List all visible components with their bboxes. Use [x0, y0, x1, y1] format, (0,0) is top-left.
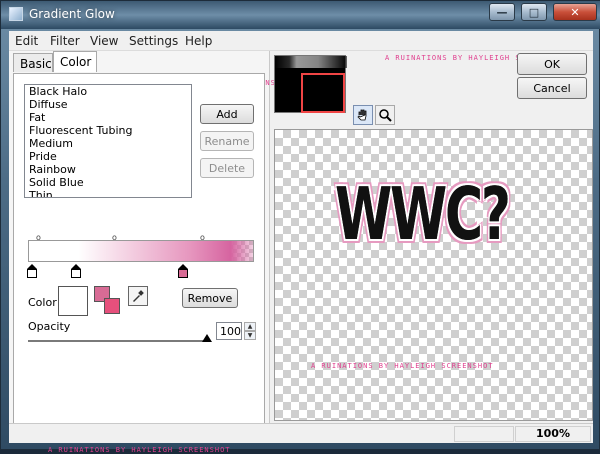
menu-bar: Edit Filter View Settings Help — [9, 31, 593, 51]
menu-help[interactable]: Help — [185, 34, 212, 48]
menu-filter[interactable]: Filter — [50, 34, 80, 48]
list-item[interactable]: Pride — [25, 150, 191, 163]
list-item[interactable]: Rainbow — [25, 163, 191, 176]
add-button[interactable]: Add — [200, 104, 254, 124]
hand-tool-button[interactable] — [353, 105, 373, 125]
preset-list[interactable]: Black Halo Diffuse Fat Fluorescent Tubin… — [24, 84, 192, 198]
watermark-text: a ruinations by hayleigh screenshot — [311, 362, 494, 370]
primary-color-swatch[interactable] — [58, 286, 88, 316]
navigator-thumbnail[interactable] — [274, 55, 347, 113]
spin-down-icon[interactable]: ▼ — [244, 331, 256, 340]
menu-view[interactable]: View — [90, 34, 118, 48]
tab-basic[interactable]: Basic — [13, 53, 53, 72]
dialog-client: Edit Filter View Settings Help Basic Col… — [9, 31, 593, 454]
menu-settings[interactable]: Settings — [129, 34, 178, 48]
color-tab-body: Black Halo Diffuse Fat Fluorescent Tubin… — [13, 73, 265, 454]
minimize-button[interactable]: — — [489, 3, 515, 21]
list-item[interactable]: Medium — [25, 137, 191, 150]
opacity-label: Opacity — [28, 320, 71, 333]
list-item[interactable]: Fat — [25, 111, 191, 124]
color-stop-pink[interactable] — [178, 264, 188, 278]
remove-button[interactable]: Remove — [182, 288, 238, 308]
preview-canvas[interactable]: WWC? — [274, 129, 593, 421]
tab-color[interactable]: Color — [53, 51, 97, 72]
zoom-tool-button[interactable] — [375, 105, 395, 125]
menu-edit[interactable]: Edit — [15, 34, 38, 48]
thumbnail-strip — [275, 56, 347, 68]
opacity-input[interactable]: 100 — [216, 322, 242, 340]
list-item[interactable]: Solid Blue — [25, 176, 191, 189]
gradient-preview-bar[interactable] — [28, 240, 254, 262]
zoom-level: 100% — [515, 426, 591, 442]
navigator-viewport-rect[interactable] — [301, 73, 345, 113]
watermark-text: a ruinations by hayleigh screenshot — [48, 446, 231, 454]
delete-button[interactable]: Delete — [200, 158, 254, 178]
gradient-glow-window: Gradient Glow — □ ✕ Edit Filter View Set… — [0, 0, 600, 454]
list-item[interactable]: Thin — [25, 189, 191, 197]
opacity-slider-track[interactable] — [28, 340, 206, 342]
app-icon — [9, 7, 23, 21]
window-title: Gradient Glow — [29, 7, 115, 21]
list-item[interactable]: Diffuse — [25, 98, 191, 111]
cancel-button[interactable]: Cancel — [517, 77, 587, 99]
rename-button[interactable]: Rename — [200, 131, 254, 151]
color-stop-white-selected[interactable] — [71, 264, 81, 278]
color-stop-white[interactable] — [27, 264, 37, 278]
magnifier-icon — [379, 109, 392, 122]
opacity-slider-thumb[interactable] — [202, 334, 212, 342]
ok-button[interactable]: OK — [517, 53, 587, 75]
hand-icon — [357, 109, 367, 121]
secondary-color-swatch-front[interactable] — [104, 298, 120, 314]
preview-glow-text: WWC? — [335, 172, 511, 256]
spin-up-icon[interactable]: ▲ — [244, 322, 256, 331]
list-item[interactable]: Black Halo — [25, 85, 191, 98]
status-cell — [454, 426, 514, 442]
maximize-button[interactable]: □ — [521, 3, 547, 21]
close-button[interactable]: ✕ — [553, 3, 597, 21]
title-bar[interactable]: Gradient Glow — □ ✕ — [1, 1, 600, 29]
eyedropper-icon[interactable] — [128, 286, 148, 306]
status-bar: 100% — [9, 423, 593, 443]
settings-panel: Basic Color a ruinations by hayleigh scr… — [9, 51, 291, 454]
color-label: Color — [28, 296, 57, 309]
list-item[interactable]: Fluorescent Tubing — [25, 124, 191, 137]
